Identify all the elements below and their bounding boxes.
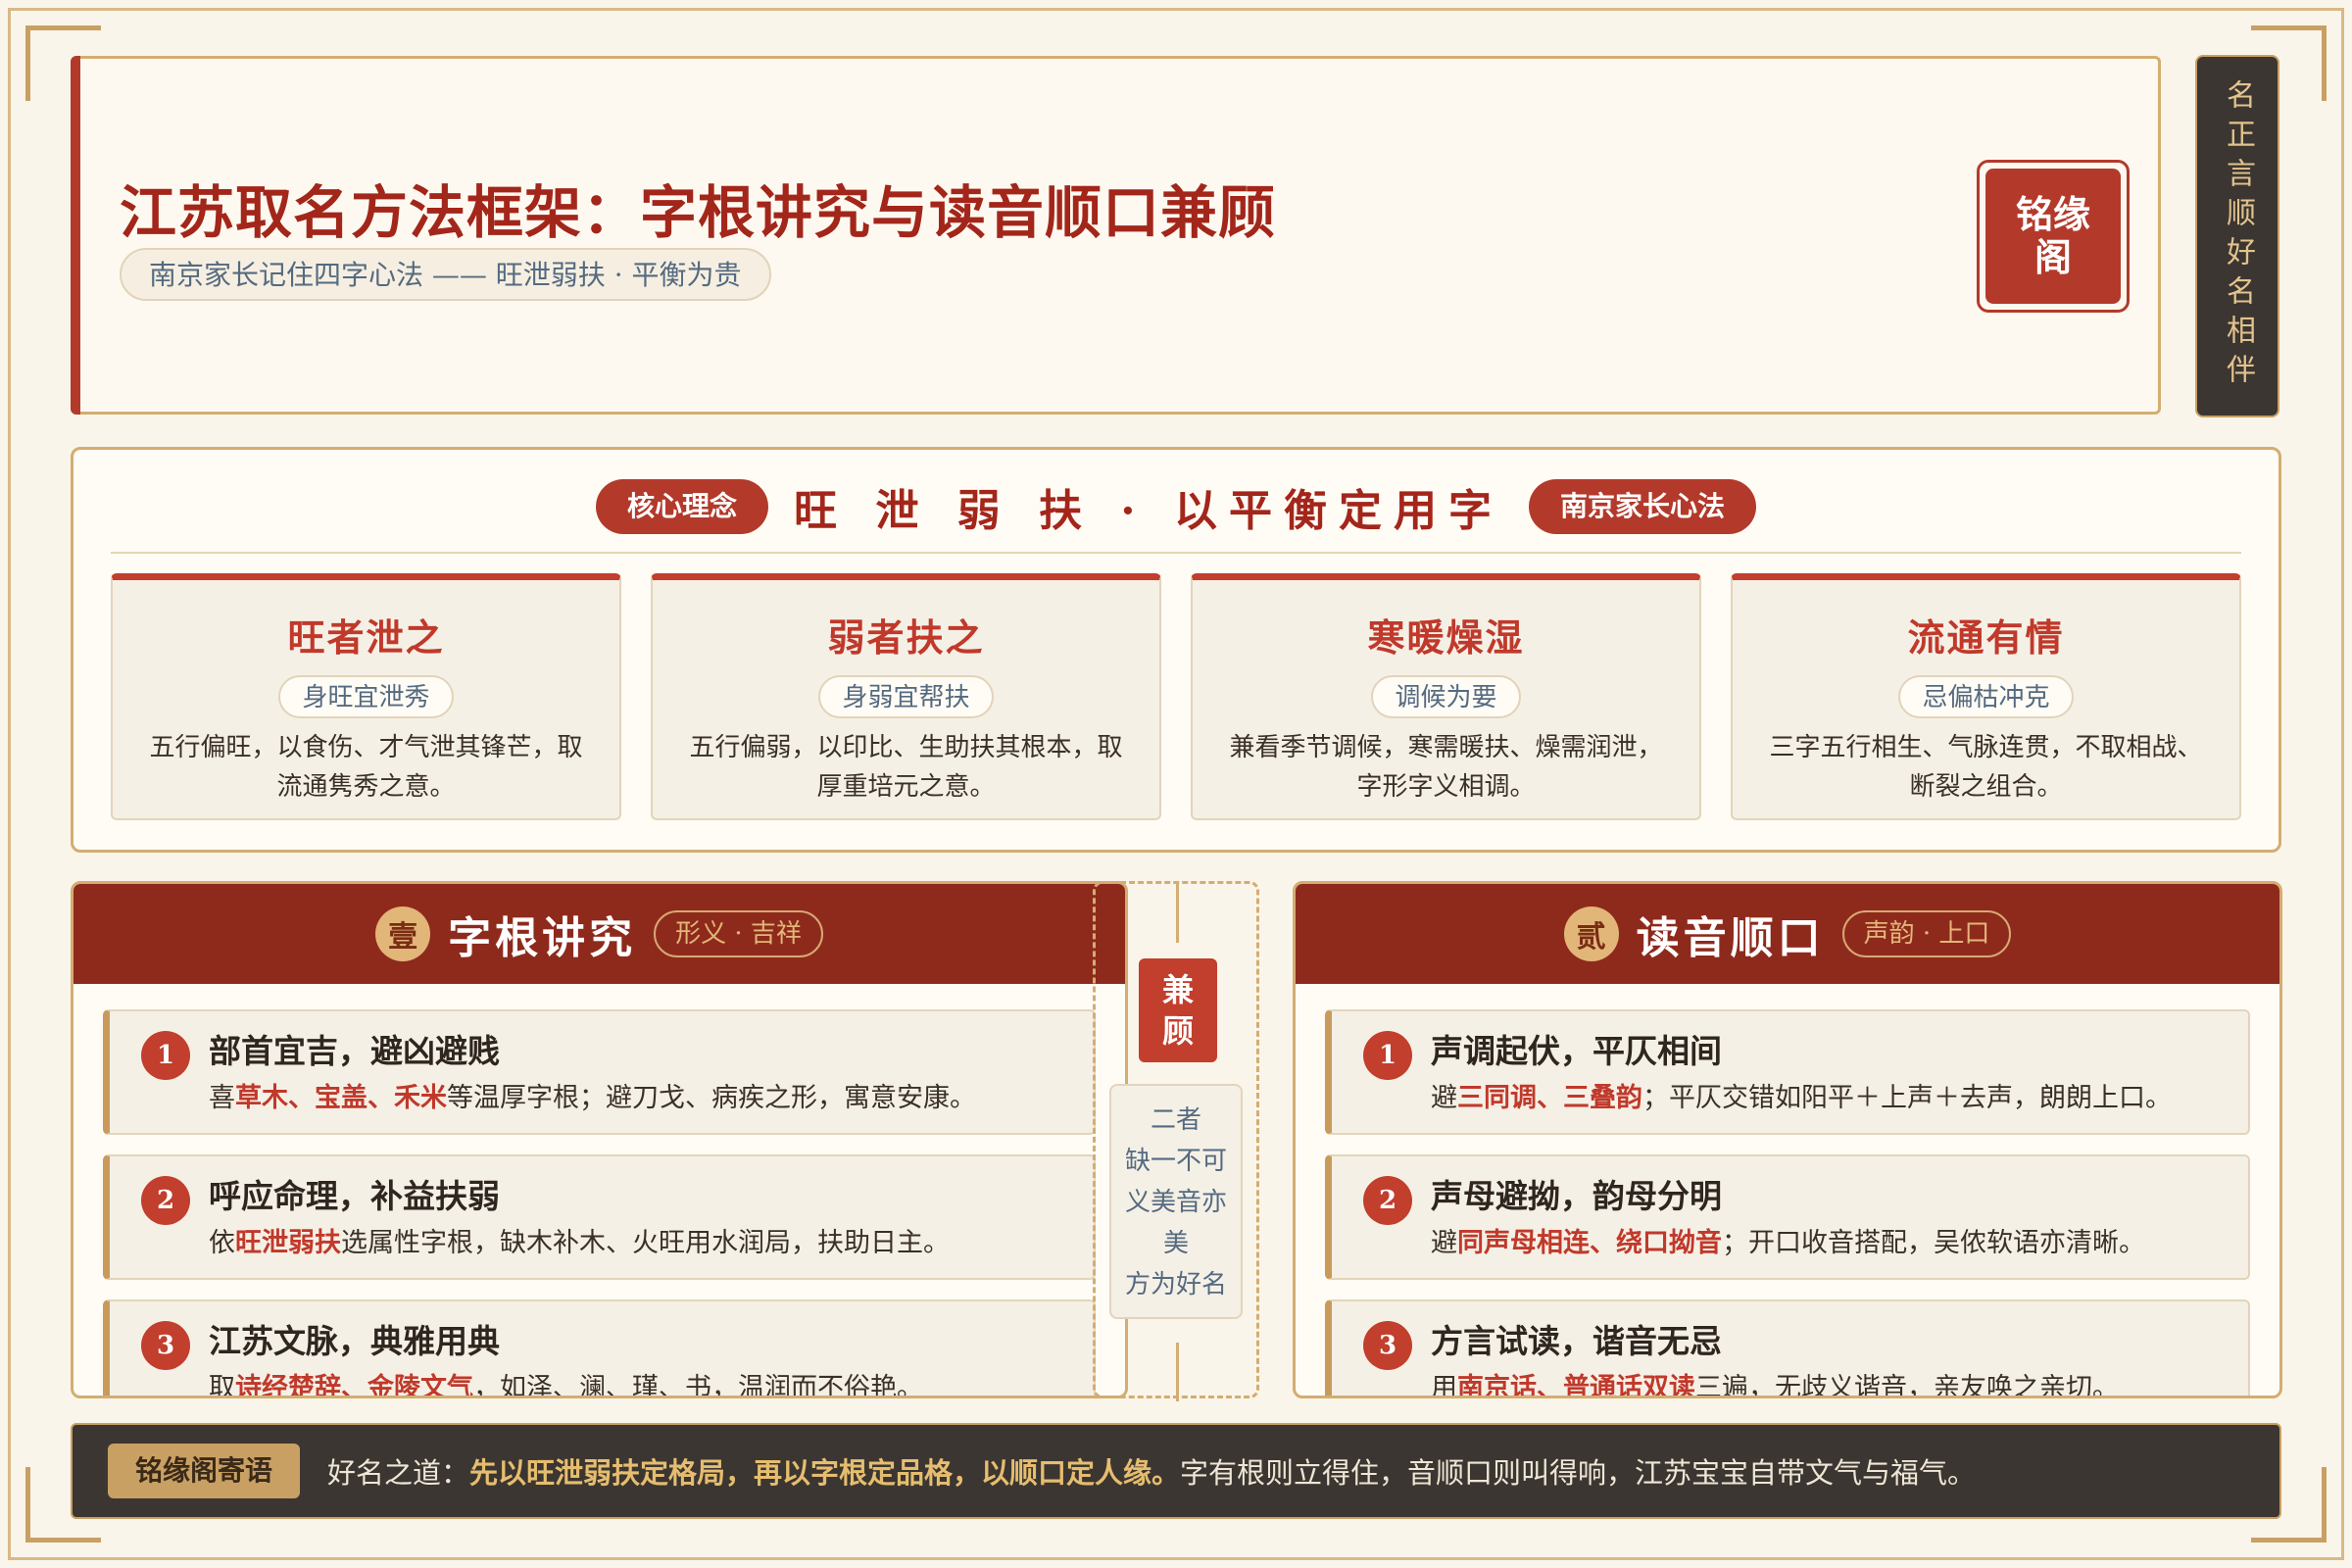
zigen-column: 壹 字根讲究 形义 · 吉祥 1 部首宜吉，避凶避贱 喜草木、宝盖、禾米等温厚字… xyxy=(71,881,1128,1398)
connector-badge: 兼顾 xyxy=(1139,958,1217,1062)
divider xyxy=(111,552,2241,554)
item-number: 2 xyxy=(1363,1176,1412,1225)
item-highlight: 南京话、普通话双读 xyxy=(1457,1373,1695,1398)
item-title: 声调起伏，平仄相间 xyxy=(1431,1032,1722,1070)
item-highlight: 同声母相连、绕口拗音 xyxy=(1457,1228,1722,1258)
page-title: 江苏取名方法框架：字根讲究与读音顺口兼顾 xyxy=(120,179,1277,246)
concept-card: 流通有情 忌偏枯冲克 三字五行相生、气脉连贯，不取相战、断裂之组合。 xyxy=(1731,573,2241,820)
item-number: 3 xyxy=(1363,1321,1412,1370)
duyin-column: 贰 读音顺口 声韵 · 上口 1 声调起伏，平仄相间 避三同调、三叠韵；平仄交错… xyxy=(1293,881,2282,1398)
column-header: 壹 字根讲究 形义 · 吉祥 xyxy=(74,884,1125,984)
item-number: 1 xyxy=(1363,1031,1412,1080)
connector-panel: 兼顾 二者 缺一不可 义美音亦 美 方为好名 xyxy=(1093,881,1259,1401)
page-subtitle: 南京家长记住四字心法 —— 旺泄弱扶 · 平衡为贵 xyxy=(120,248,771,301)
item-highlight: 旺泄弱扶 xyxy=(235,1228,341,1258)
core-left-pill: 核心理念 xyxy=(596,479,769,534)
card-tag: 忌偏枯冲克 xyxy=(1898,675,2074,718)
card-desc: 三字五行相生、气脉连贯，不取相战、断裂之组合。 xyxy=(1769,733,2203,802)
list-item: 1 部首宜吉，避凶避贱 喜草木、宝盖、禾米等温厚字根；避刀戈、病疾之形，寓意安康… xyxy=(103,1009,1096,1135)
seal-text: 铭缘阁 xyxy=(2015,192,2090,279)
core-right-pill: 南京家长心法 xyxy=(1528,479,1756,534)
header-panel: 江苏取名方法框架：字根讲究与读音顺口兼顾 南京家长记住四字心法 —— 旺泄弱扶 … xyxy=(71,56,2161,415)
list-item: 2 呼应命理，补益扶弱 依旺泄弱扶选属性字根，缺木补木、火旺用水润局，扶助日主。 xyxy=(103,1154,1096,1280)
item-title: 江苏文脉，典雅用典 xyxy=(209,1322,500,1360)
item-number: 3 xyxy=(141,1321,190,1370)
connector-line xyxy=(1176,1343,1179,1401)
concept-card: 寒暖燥湿 调候为要 兼看季节调候，寒需暖扶、燥需润泄，字形字义相调。 xyxy=(1191,573,1701,820)
item-desc: 避同声母相连、绕口拗音；开口收音搭配，吴侬软语亦清晰。 xyxy=(1431,1228,2145,1258)
concept-card: 弱者扶之 身弱宜帮扶 五行偏弱，以印比、生助扶其根本，取厚重培元之意。 xyxy=(651,573,1161,820)
concept-card: 旺者泄之 身旺宜泄秀 五行偏旺，以食伤、才气泄其锋芒，取流通隽秀之意。 xyxy=(111,573,621,820)
column-title: 字根讲究 xyxy=(448,913,637,963)
item-desc: 避三同调、三叠韵；平仄交错如阳平＋上声＋去声，朗朗上口。 xyxy=(1431,1083,2172,1113)
side-banner-text: 名正言顺好名相伴 xyxy=(2221,79,2255,393)
item-desc: 喜草木、宝盖、禾米等温厚字根；避刀戈、病疾之形，寓意安康。 xyxy=(209,1083,976,1113)
column-badge: 贰 xyxy=(1563,906,1619,961)
card-title: 寒暖燥湿 xyxy=(1367,615,1525,660)
side-banner: 名正言顺好名相伴 xyxy=(2195,55,2279,417)
card-desc: 五行偏旺，以食伤、才气泄其锋芒，取流通隽秀之意。 xyxy=(149,733,583,802)
footer-banner: 铭缘阁寄语 好名之道：先以旺泄弱扶定格局，再以字根定品格，以顺口定人缘。字有根则… xyxy=(71,1423,2281,1519)
item-desc: 依旺泄弱扶选属性字根，缺木补木、火旺用水润局，扶助日主。 xyxy=(209,1228,950,1258)
item-number: 1 xyxy=(141,1031,190,1080)
item-highlight: 诗经楚辞、金陵文气 xyxy=(235,1373,473,1398)
item-desc: 取诗经楚辞、金陵文气，如泽、澜、瑾、书，温润而不俗艳。 xyxy=(209,1366,923,1398)
list-item: 2 声母避拗，韵母分明 避同声母相连、绕口拗音；开口收音搭配，吴侬软语亦清晰。 xyxy=(1325,1154,2250,1280)
item-highlight: 草木、宝盖、禾米 xyxy=(235,1083,447,1113)
card-desc: 兼看季节调候，寒需暖扶、燥需润泄，字形字义相调。 xyxy=(1229,733,1663,802)
core-heading: 核心理念 旺 泄 弱 扶 · 以平衡定用字 南京家长心法 xyxy=(74,477,2278,536)
item-highlight: 三同调、三叠韵 xyxy=(1457,1083,1642,1113)
card-tag: 调候为要 xyxy=(1371,675,1521,718)
column-tag: 形义 · 吉祥 xyxy=(654,910,823,957)
card-tag: 身旺宜泄秀 xyxy=(278,675,454,718)
item-number: 2 xyxy=(141,1176,190,1225)
list-item: 3 江苏文脉，典雅用典 取诗经楚辞、金陵文气，如泽、澜、瑾、书，温润而不俗艳。 xyxy=(103,1299,1096,1398)
core-title: 旺 泄 弱 扶 · 以平衡定用字 xyxy=(794,486,1503,536)
footer-highlight: 先以旺泄弱扶定格局，再以字根定品格，以顺口定人缘。 xyxy=(469,1456,1181,1490)
core-concept-panel: 核心理念 旺 泄 弱 扶 · 以平衡定用字 南京家长心法 旺者泄之 身旺宜泄秀 … xyxy=(71,447,2281,853)
card-title: 弱者扶之 xyxy=(827,615,985,660)
column-tag: 声韵 · 上口 xyxy=(1841,910,2012,957)
connector-note: 二者 缺一不可 义美音亦 美 方为好名 xyxy=(1109,1084,1243,1319)
list-item: 3 方言试读，谐音无忌 用南京话、普通话双读三遍，无歧义谐音，亲友唤之亲切。 xyxy=(1325,1299,2250,1398)
card-title: 旺者泄之 xyxy=(287,615,445,660)
card-title: 流通有情 xyxy=(1907,615,2065,660)
footer-text: 好名之道：先以旺泄弱扶定格局，再以字根定品格，以顺口定人缘。字有根则立得住，音顺… xyxy=(327,1456,1977,1490)
footer-badge: 铭缘阁寄语 xyxy=(108,1444,301,1498)
list-item: 1 声调起伏，平仄相间 避三同调、三叠韵；平仄交错如阳平＋上声＋去声，朗朗上口。 xyxy=(1325,1009,2250,1135)
item-title: 声母避拗，韵母分明 xyxy=(1431,1177,1722,1215)
column-header: 贰 读音顺口 声韵 · 上口 xyxy=(1296,884,2279,984)
item-title: 方言试读，谐音无忌 xyxy=(1431,1322,1722,1360)
column-badge: 壹 xyxy=(375,906,431,961)
column-title: 读音顺口 xyxy=(1636,913,1825,963)
item-title: 呼应命理，补益扶弱 xyxy=(209,1177,500,1215)
seal-logo: 铭缘阁 xyxy=(1977,160,2130,313)
card-tag: 身弱宜帮扶 xyxy=(818,675,994,718)
card-desc: 五行偏弱，以印比、生助扶其根本，取厚重培元之意。 xyxy=(689,733,1123,802)
item-desc: 用南京话、普通话双读三遍，无歧义谐音，亲友唤之亲切。 xyxy=(1431,1366,2119,1398)
item-title: 部首宜吉，避凶避贱 xyxy=(209,1032,500,1070)
connector-line xyxy=(1176,884,1179,943)
